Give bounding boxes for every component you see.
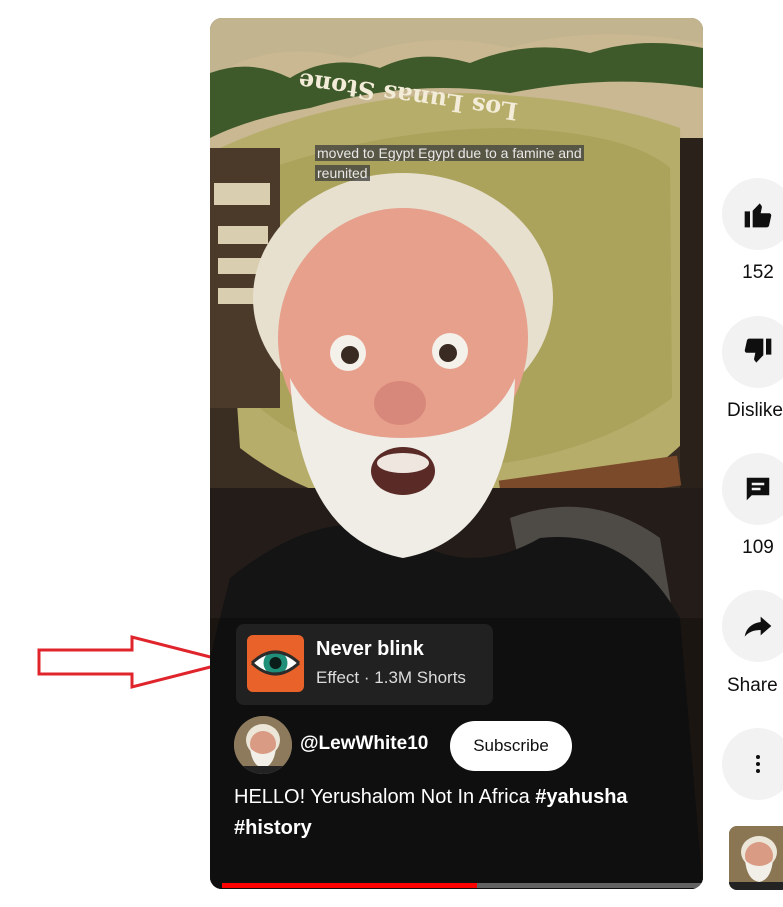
effect-title[interactable]: Never blink [316,638,424,661]
video-title-text: HELLO! Yerushalom Not In Africa [234,786,536,808]
effect-subtitle: Effect · 1.3M Shorts [316,668,466,687]
like-count: 152 [742,262,774,283]
hashtag-yahusha[interactable]: #yahusha [535,786,627,808]
caption-line-2: reunited [315,165,370,181]
red-arrow-icon [37,635,231,689]
progress-bar[interactable] [222,883,703,888]
sound-thumbnail[interactable] [729,826,783,890]
share-button[interactable] [722,590,783,662]
avatar-image [234,716,292,774]
dislike-button[interactable] [722,316,783,388]
comments-button[interactable] [722,453,783,525]
channel-handle[interactable]: @LewWhite10 [300,733,428,755]
comment-icon [746,477,770,501]
more-options-button[interactable] [722,728,783,800]
effect-thumbnail [247,635,304,692]
like-button[interactable] [722,178,783,250]
video-title-line-2: #history [234,817,312,840]
hashtag-history[interactable]: #history [234,817,312,839]
auto-caption: moved to Egypt Egypt due to a famine and… [315,143,635,183]
comment-count: 109 [742,537,774,558]
dislike-label: Dislike [727,400,783,421]
share-icon [744,616,772,637]
channel-avatar[interactable] [234,716,292,774]
more-vertical-icon [756,755,760,773]
sound-thumbnail-image [729,826,783,890]
thumbs-up-icon [744,203,772,228]
subscribe-button[interactable]: Subscribe [450,721,572,771]
caption-line-1: moved to Egypt Egypt due to a famine and [315,145,584,161]
video-title-line-1: HELLO! Yerushalom Not In Africa #yahusha [234,786,628,809]
thumbs-down-icon [744,338,772,363]
progress-fill [222,883,477,888]
eye-icon [250,650,301,676]
share-label: Share [727,675,778,696]
